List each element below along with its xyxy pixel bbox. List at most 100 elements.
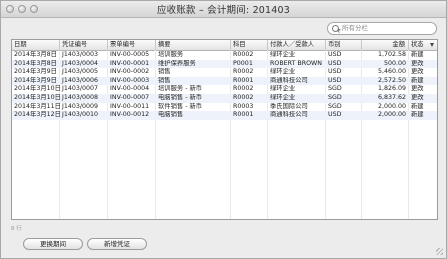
cell-amount: 2,572.50 [377, 76, 406, 84]
cell-invoice-no: INV-00-0012 [110, 111, 150, 119]
table-row[interactable]: 2014年3月12日 J1403/0010 INV-00-0012 电脑销售 R0001… [12, 111, 437, 120]
cell-status: 更改 [411, 68, 424, 76]
cell-status: 更改 [411, 85, 424, 93]
cell-amount: 2,000.00 [377, 111, 406, 119]
cell-account: R0001 [233, 76, 254, 84]
cell-account: R0002 [233, 68, 254, 76]
cell-currency: USD [328, 59, 342, 67]
cell-description: 维护保养服务 [158, 59, 196, 67]
cell-date: 2014年3月11日 [14, 102, 60, 110]
cell-account: R0003 [233, 102, 254, 110]
cell-voucher-no: J1403/0008 [62, 94, 99, 101]
cell-voucher-no: J1403/0010 [62, 111, 99, 119]
cell-payee: 季氏国际公司 [270, 102, 308, 110]
cell-description: 销售 [158, 76, 171, 84]
cell-amount: 2,000.00 [377, 102, 406, 110]
cell-date: 2014年3月8日 [14, 59, 57, 67]
column-header-currency[interactable]: 币别 [326, 40, 362, 50]
cell-status: 更改 [411, 94, 424, 101]
cell-currency: USD [328, 76, 342, 84]
cell-status: 新建 [411, 76, 424, 84]
cell-voucher-no: J1403/0006 [62, 76, 99, 84]
cell-payee: 商通科技公司 [270, 111, 308, 119]
cell-voucher-no: J1403/0004 [62, 59, 99, 67]
column-header-voucher-no[interactable]: 凭证编号 [60, 40, 108, 50]
cell-date: 2014年3月10日 [14, 94, 60, 101]
cell-currency: USD [328, 68, 342, 76]
cell-description: 销售 [158, 68, 171, 76]
cell-description: 电脑销售 - 新币 [158, 94, 203, 101]
cell-account: R0002 [233, 51, 254, 58]
new-voucher-button[interactable]: 新增凭证 [87, 238, 147, 250]
table-row[interactable]: 2014年3月10日 J1403/0008 INV-00-0007 电脑销售 - 新币… [12, 94, 437, 103]
cell-invoice-no: INV-00-0004 [110, 85, 150, 93]
cell-account: P0001 [233, 59, 253, 67]
cell-currency: SGD [328, 94, 342, 101]
cell-invoice-no: INV-00-0002 [110, 68, 150, 76]
cell-currency: SGD [328, 85, 342, 93]
cell-status: 新建 [411, 51, 424, 58]
cell-amount: 1,826.09 [377, 85, 406, 93]
cell-invoice-no: INV-00-0001 [110, 59, 150, 67]
cell-account: R0001 [233, 111, 254, 119]
sort-descending-icon[interactable] [430, 43, 434, 47]
change-period-button[interactable]: 更换期间 [23, 238, 83, 250]
cell-payee: 商通科技公司 [270, 76, 308, 84]
table-row[interactable]: 2014年3月11日 J1403/0009 INV-00-0011 软件销售 - 新币… [12, 103, 437, 112]
title-bar: 应收账款 – 会计期间: 201403 [1, 1, 446, 18]
search-field[interactable]: 所有分栏 [327, 22, 437, 35]
app-window: 应收账款 – 会计期间: 201403 所有分栏 日期 凭证编号 票单编号 摘要… [0, 0, 447, 259]
cell-description: 电脑销售 [158, 111, 184, 119]
cell-payee: 绿环企业 [270, 94, 296, 101]
cell-invoice-no: INV-00-0005 [110, 51, 150, 58]
row-count-label: 8 行 [11, 226, 22, 232]
table-header: 日期 凭证编号 票单编号 摘要 科目 付款人／受款人 币别 金额 状态 [12, 40, 437, 51]
table-row[interactable]: 2014年3月9日 J1403/0006 INV-00-0003 销售 R0001 商通科… [12, 76, 437, 86]
cell-voucher-no: J1403/0003 [62, 51, 99, 58]
cell-voucher-no: J1403/0007 [62, 85, 99, 93]
cell-account: R0002 [233, 85, 254, 93]
cell-payee: 绿环企业 [270, 51, 296, 58]
cell-payee: 绿环企业 [270, 68, 296, 76]
column-header-account[interactable]: 科目 [231, 40, 268, 50]
cell-currency: SGD [328, 102, 342, 110]
table-row[interactable]: 2014年3月8日 J1403/0004 INV-00-0001 维护保养服务 P000… [12, 59, 437, 69]
cell-voucher-no: J1403/0009 [62, 102, 99, 110]
cell-date: 2014年3月8日 [14, 51, 57, 58]
cell-account: R0002 [233, 94, 254, 101]
resize-grip-icon[interactable] [436, 248, 443, 255]
cell-amount: 1,702.58 [377, 51, 406, 58]
cell-description: 软件销售 - 新币 [158, 102, 203, 110]
cell-date: 2014年3月10日 [14, 85, 60, 93]
column-header-payee[interactable]: 付款人／受款人 [268, 40, 326, 50]
receivables-table[interactable]: 日期 凭证编号 票单编号 摘要 科目 付款人／受款人 币别 金额 状态 2014… [11, 39, 438, 220]
search-menu-caret-icon[interactable] [337, 29, 341, 31]
table-row[interactable]: 2014年3月9日 J1403/0005 INV-00-0002 销售 R0002 绿环企… [12, 68, 437, 77]
table-row[interactable]: 2014年3月8日 J1403/0003 INV-00-0005 培训服务 R0002 绿… [12, 51, 437, 60]
cell-amount: 500.00 [383, 59, 406, 67]
search-input-placeholder: 所有分栏 [342, 24, 368, 32]
cell-status: 新建 [411, 102, 424, 110]
cell-payee: ROBERT BROWN [270, 59, 322, 67]
cell-payee: 绿环企业 [270, 85, 296, 93]
column-header-date[interactable]: 日期 [12, 40, 60, 50]
cell-invoice-no: INV-00-0003 [110, 76, 150, 84]
cell-description: 培训服务 [158, 51, 184, 58]
cell-invoice-no: INV-00-0011 [110, 102, 150, 110]
cell-currency: USD [328, 51, 342, 58]
table-row[interactable]: 2014年3月10日 J1403/0007 INV-00-0004 培训服务 - 新币… [12, 85, 437, 94]
window-title: 应收账款 – 会计期间: 201403 [156, 5, 291, 16]
cell-date: 2014年3月9日 [14, 68, 57, 76]
cell-status: 新建 [411, 111, 424, 119]
column-header-amount[interactable]: 金额 [362, 40, 409, 50]
cell-amount: 6,837.62 [377, 94, 406, 101]
column-header-invoice-no[interactable]: 票单编号 [108, 40, 156, 50]
cell-date: 2014年3月12日 [14, 111, 60, 119]
column-header-description[interactable]: 摘要 [156, 40, 231, 50]
cell-currency: USD [328, 111, 342, 119]
cell-amount: 5,460.00 [377, 68, 406, 76]
cell-invoice-no: INV-00-0007 [110, 94, 150, 101]
cell-date: 2014年3月9日 [14, 76, 57, 84]
cell-status: 更改 [411, 59, 424, 67]
cell-description: 培训服务 - 新币 [158, 85, 203, 93]
